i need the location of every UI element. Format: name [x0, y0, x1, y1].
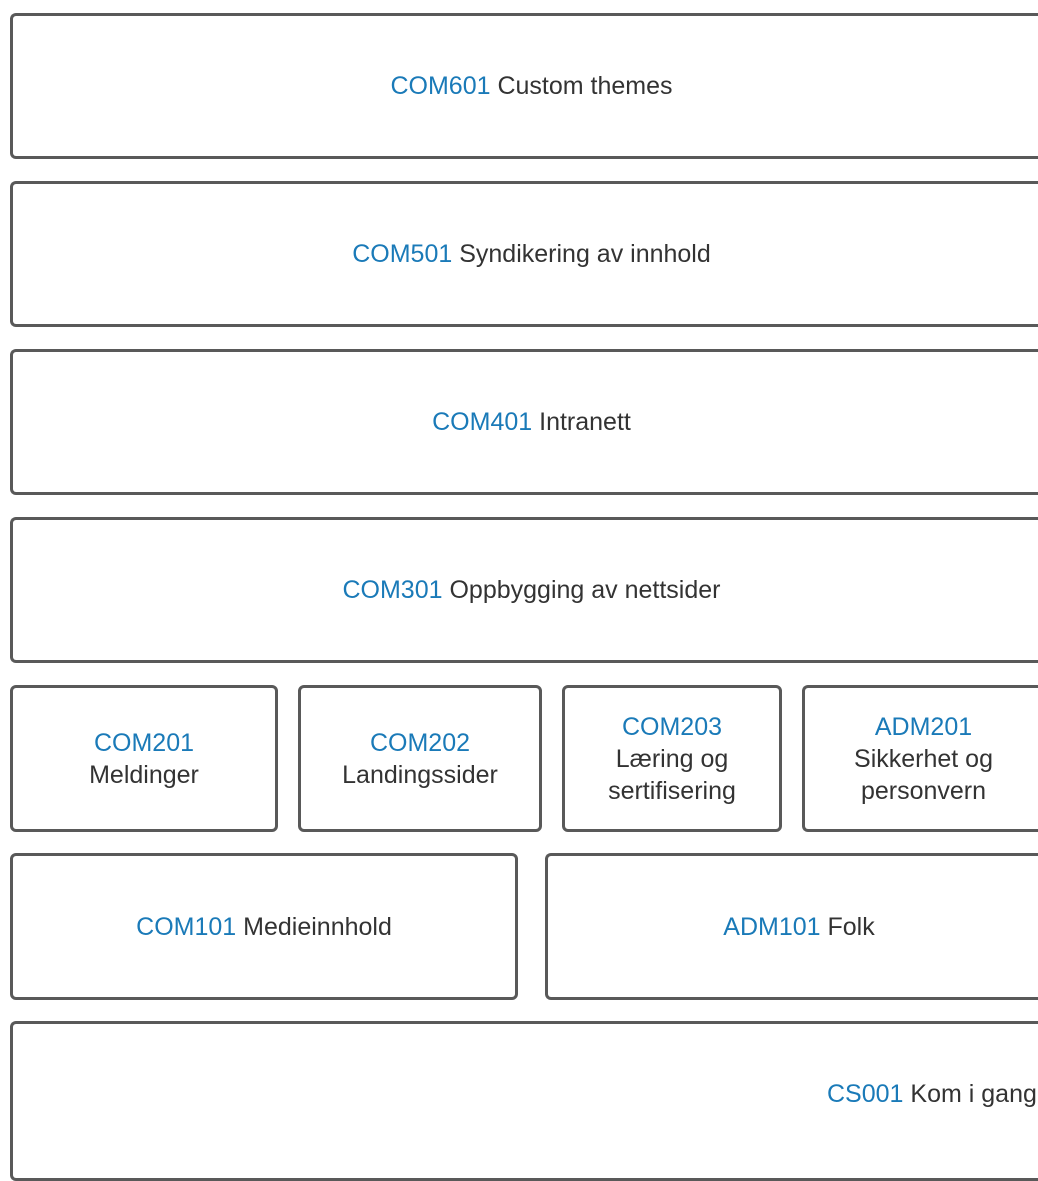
module-code: ADM201 [874, 712, 973, 741]
module-com301: COM301 Oppbygging av nettsider [10, 517, 1038, 663]
module-name: Intranett [539, 408, 631, 436]
module-com601: COM601 Custom themes [10, 13, 1038, 159]
module-adm101-label: ADM101 Folk [723, 911, 874, 943]
module-name: Meldinger [89, 760, 199, 789]
module-code: COM202 [369, 728, 471, 757]
module-name: Folk [827, 912, 875, 941]
module-name-line-1: Sikkerhet og [854, 744, 993, 773]
module-com501-label: COM501 Syndikering av innhold [352, 238, 711, 270]
module-adm101: ADM101 Folk [545, 853, 1038, 1000]
module-adm201-label: ADM201 Sikkerhet og personvern [854, 711, 993, 807]
module-com201: COM201 Meldinger [10, 685, 278, 832]
module-com202: COM202 Landingssider [298, 685, 542, 832]
module-com203-label: COM203 Læring og sertifisering [608, 711, 736, 807]
module-code: ADM101 [723, 912, 821, 941]
module-code: COM401 [432, 408, 533, 436]
module-code: COM501 [352, 240, 453, 268]
module-com601-label: COM601 Custom themes [390, 70, 672, 102]
module-cs001-label: CS001 Kom i gang [827, 1078, 1037, 1110]
module-name: Medieinnhold [243, 912, 392, 941]
module-name: Kom i gang [910, 1080, 1037, 1108]
module-com101-label: COM101 Medieinnhold [136, 911, 392, 943]
module-com401-label: COM401 Intranett [432, 406, 631, 438]
module-name: Landingssider [342, 760, 498, 789]
module-code: COM203 [621, 712, 723, 741]
module-code: COM201 [93, 728, 195, 757]
module-name: Custom themes [497, 72, 673, 100]
module-com201-label: COM201 Meldinger [89, 727, 199, 791]
module-com101: COM101 Medieinnhold [10, 853, 518, 1000]
module-name: Syndikering av innhold [459, 240, 711, 268]
module-name: Oppbygging av nettsider [449, 576, 721, 604]
module-adm201: ADM201 Sikkerhet og personvern [802, 685, 1038, 832]
module-com401: COM401 Intranett [10, 349, 1038, 495]
module-name-line-2: personvern [860, 776, 987, 805]
module-name-line-2: sertifisering [608, 776, 736, 805]
module-com202-label: COM202 Landingssider [342, 727, 498, 791]
module-cs001: CS001 Kom i gang [10, 1021, 1038, 1181]
module-com501: COM501 Syndikering av innhold [10, 181, 1038, 327]
module-code: COM101 [136, 912, 237, 941]
module-code: COM301 [342, 576, 443, 604]
module-name-line-1: Læring og [615, 744, 729, 773]
module-com203: COM203 Læring og sertifisering [562, 685, 782, 832]
module-com301-label: COM301 Oppbygging av nettsider [342, 574, 720, 606]
module-code: CS001 [827, 1080, 904, 1108]
module-code: COM601 [390, 72, 491, 100]
